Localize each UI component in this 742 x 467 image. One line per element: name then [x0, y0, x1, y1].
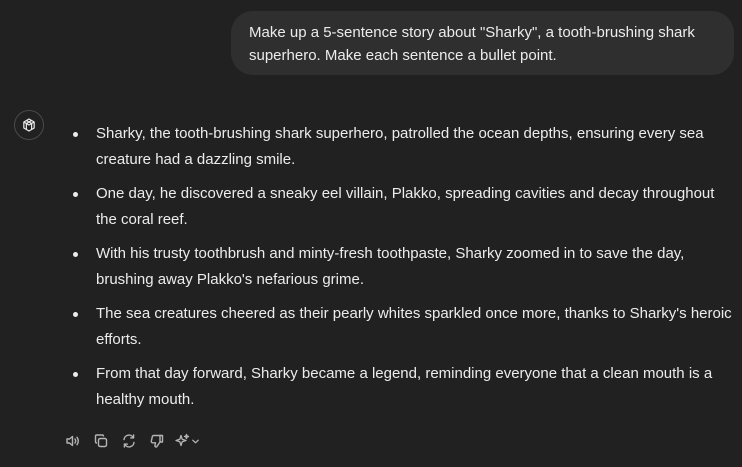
- assistant-answer-list: Sharky, the tooth-brushing shark superhe…: [66, 121, 736, 421]
- list-item: Sharky, the tooth-brushing shark superhe…: [66, 121, 736, 173]
- copy-icon: [94, 434, 108, 448]
- thumbs-down-button[interactable]: [146, 430, 168, 452]
- bullet-dot: [73, 132, 78, 137]
- speaker-icon: [66, 435, 79, 447]
- list-item-text: Sharky, the tooth-brushing shark superhe…: [96, 125, 704, 168]
- bullet-dot: [73, 252, 78, 257]
- message-action-bar: [62, 430, 200, 452]
- list-item: With his trusty toothbrush and minty-fre…: [66, 241, 736, 293]
- openai-logo-icon: [23, 118, 35, 132]
- list-item: From that day forward, Sharky became a l…: [66, 361, 736, 413]
- regenerate-icon: [123, 434, 135, 448]
- regenerate-button[interactable]: [118, 430, 140, 452]
- chevron-down-icon: [192, 439, 199, 443]
- user-message-bubble: Make up a 5-sentence story about "Sharky…: [231, 11, 734, 75]
- bullet-dot: [73, 372, 78, 377]
- sparkle-icon: [175, 433, 190, 447]
- model-switch-button[interactable]: [174, 430, 200, 452]
- thumbs-down-icon: [150, 434, 164, 448]
- assistant-avatar: [14, 110, 44, 140]
- list-item-text: From that day forward, Sharky became a l…: [96, 365, 713, 408]
- read-aloud-button[interactable]: [62, 430, 84, 452]
- list-item: The sea creatures cheered as their pearl…: [66, 301, 736, 353]
- bullet-dot: [73, 192, 78, 197]
- bullet-dot: [73, 312, 78, 317]
- user-message-text: Make up a 5-sentence story about "Sharky…: [249, 24, 695, 64]
- copy-button[interactable]: [90, 430, 112, 452]
- chat-page: Make up a 5-sentence story about "Sharky…: [0, 0, 742, 467]
- list-item-text: With his trusty toothbrush and minty-fre…: [96, 245, 685, 288]
- list-item-text: The sea creatures cheered as their pearl…: [96, 305, 732, 348]
- list-item-text: One day, he discovered a sneaky eel vill…: [96, 185, 715, 228]
- list-item: One day, he discovered a sneaky eel vill…: [66, 181, 736, 233]
